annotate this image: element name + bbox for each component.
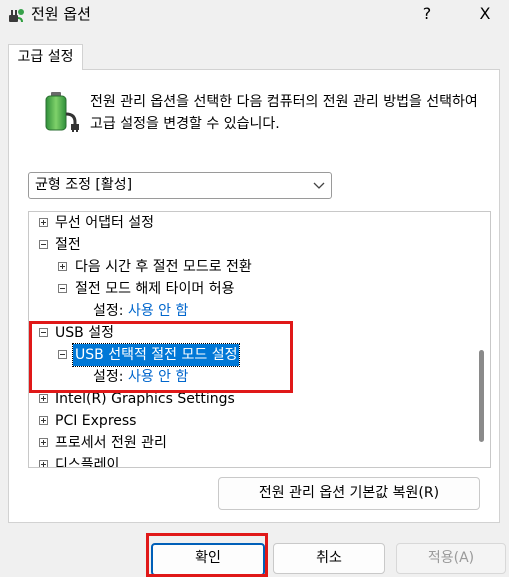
tree-item-label: 절전 모드 해제 타이머 허용 (75, 281, 235, 297)
help-button[interactable]: ? (413, 2, 441, 26)
setting-label: 설정: (93, 303, 124, 319)
expand-icon[interactable] (39, 394, 48, 403)
description-text: 전원 관리 옵션을 선택한 다음 컴퓨터의 전원 관리 방법을 선택하여 고급 … (90, 94, 478, 132)
close-button[interactable]: X (471, 2, 499, 26)
power-plug-icon (9, 9, 24, 23)
expand-icon[interactable] (39, 460, 48, 467)
tree-item-label: PCI Express (55, 413, 137, 429)
tab-advanced-settings[interactable]: 고급 설정 (8, 44, 83, 70)
power-plan-value: 균형 조정 [활성] (35, 177, 133, 193)
tree-item-label: 절전 (55, 237, 81, 253)
expand-icon[interactable] (58, 262, 67, 271)
ok-button[interactable]: 확인 (151, 543, 265, 576)
settings-tree[interactable]: 무선 어댑터 설정 절전 다음 시간 후 절전 모드로 전환 절전 모드 해제 … (28, 211, 491, 468)
expand-icon[interactable] (39, 438, 48, 447)
tree-item-usb-suspend-setting[interactable]: 설정: 사용 안 함 (93, 366, 188, 388)
collapse-icon[interactable] (58, 284, 67, 293)
tree-item-label: Intel(R) Graphics Settings (55, 391, 235, 407)
title-bar: 전원 옵션 ? X (0, 0, 509, 32)
tree-item-label: 프로세서 전원 관리 (55, 435, 167, 451)
tree-scrollbar[interactable] (474, 212, 490, 467)
collapse-icon[interactable] (39, 328, 48, 337)
tree-item-label: 무선 어댑터 설정 (55, 215, 155, 231)
expand-icon[interactable] (39, 218, 48, 227)
tree-item-label: 디스플레이 (55, 457, 120, 468)
tree-item-wake-timers-setting[interactable]: 설정: 사용 안 함 (93, 300, 188, 322)
apply-button[interactable]: 적용(A) (396, 543, 506, 574)
settings-panel: 전원 관리 옵션을 선택한 다음 컴퓨터의 전원 관리 방법을 선택하여 고급 … (8, 69, 500, 523)
scrollbar-thumb[interactable] (479, 350, 484, 442)
tree-item-label: 다음 시간 후 절전 모드로 전환 (75, 259, 252, 275)
collapse-icon[interactable] (39, 240, 48, 249)
setting-value[interactable]: 사용 안 함 (128, 303, 188, 319)
window-title: 전원 옵션 (31, 5, 91, 23)
expand-icon[interactable] (39, 416, 48, 425)
chevron-down-icon (313, 182, 325, 189)
setting-label: 설정: (93, 369, 124, 385)
restore-defaults-button[interactable]: 전원 관리 옵션 기본값 복원(R) (218, 477, 480, 510)
setting-value[interactable]: 사용 안 함 (128, 369, 188, 385)
cancel-button[interactable]: 취소 (273, 543, 385, 574)
battery-icon (45, 92, 79, 132)
tree-item-label: USB 설정 (55, 325, 114, 341)
power-plan-select[interactable]: 균형 조정 [활성] (28, 172, 332, 199)
collapse-icon[interactable] (58, 350, 67, 359)
tree-item-label: USB 선택적 절전 모드 설정 (71, 343, 241, 367)
